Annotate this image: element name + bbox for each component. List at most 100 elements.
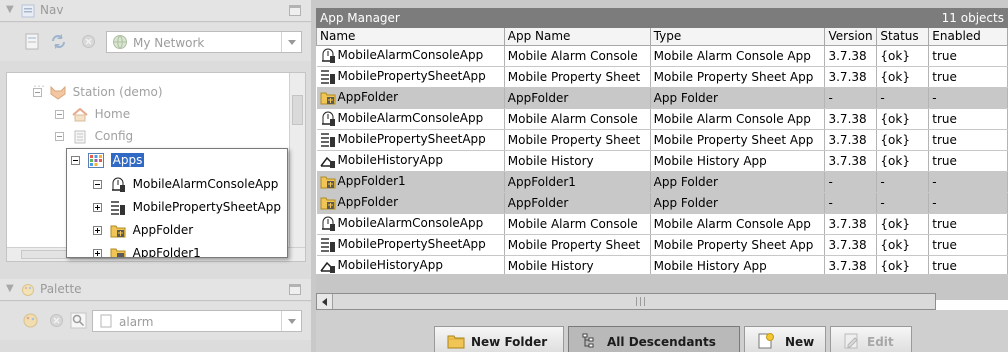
tree-item-config[interactable]: Config <box>55 127 133 145</box>
tree-item-station[interactable]: Station (demo) <box>33 83 163 101</box>
palette-panel-header[interactable]: ▼ Palette <box>0 279 311 301</box>
maximize-icon[interactable] <box>289 284 301 295</box>
cell-name: MobileAlarmConsoleApp <box>316 108 505 130</box>
new-station-icon[interactable] <box>24 33 41 50</box>
network-select[interactable]: My Network <box>106 31 302 53</box>
cell-app-name: AppFolder <box>504 87 651 109</box>
tree-item-config-label: Config <box>94 129 134 143</box>
tree-item-apps[interactable]: Apps <box>71 149 145 171</box>
apps-grid-icon <box>87 153 104 168</box>
cell-name: MobileHistoryApp <box>316 255 505 277</box>
cell-version: 3.7.38 <box>824 45 878 67</box>
collapse-chevron-icon[interactable]: ▼ <box>6 4 14 15</box>
app-folder-icon <box>320 197 335 210</box>
tree-popup[interactable]: Apps MobileAlarmConsoleApp MobilePropert… <box>66 148 288 258</box>
tree-item-label: AppFolder <box>132 223 194 237</box>
cell-type: Mobile History App <box>650 255 826 277</box>
expand-toggle-icon[interactable] <box>93 249 102 257</box>
scrollbar-thumb[interactable] <box>292 95 303 125</box>
table-row[interactable]: MobilePropertySheetApp Mobile Property Sh… <box>316 129 1008 151</box>
column-header-enabled[interactable]: Enabled <box>928 28 1008 46</box>
cell-app-name: Mobile History <box>504 255 651 277</box>
refresh-icon[interactable] <box>50 33 67 50</box>
table-row[interactable]: MobilePropertySheetApp Mobile Property Sh… <box>316 66 1008 88</box>
row-name-label: MobilePropertySheetApp <box>337 237 486 251</box>
edit-icon <box>844 333 858 349</box>
cell-status: {ok} <box>876 108 930 130</box>
module-icon <box>100 314 112 328</box>
cell-version: 3.7.38 <box>824 66 878 88</box>
table-row[interactable]: MobileHistoryApp Mobile History Mobile His… <box>316 255 1008 277</box>
app-folder-icon <box>320 92 335 105</box>
cell-app-name: Mobile Alarm Console <box>504 108 651 130</box>
new-label: New <box>785 335 815 349</box>
table-row[interactable]: MobileAlarmConsoleApp Mobile Alarm Consol… <box>316 45 1008 67</box>
cell-type: Mobile Property Sheet App <box>650 66 826 88</box>
palette-search-select[interactable]: alarm <box>92 310 302 332</box>
cell-app-name: AppFolder1 <box>504 171 651 193</box>
open-palette-icon[interactable] <box>22 312 39 329</box>
scroll-left-arrow-icon[interactable] <box>317 294 333 309</box>
palette-toolbar: alarm <box>0 302 311 340</box>
cell-status: {ok} <box>876 66 930 88</box>
table-row[interactable]: MobileHistoryApp Mobile History Mobile His… <box>316 150 1008 172</box>
nav-panel-header[interactable]: ▼ Nav <box>0 0 311 22</box>
column-header-version[interactable]: Version <box>824 28 878 46</box>
cell-type: App Folder <box>650 87 826 109</box>
cell-type: App Folder <box>650 192 826 214</box>
tree-item-app-folder[interactable]: AppFolder <box>93 219 193 241</box>
column-header-name[interactable]: Name <box>316 28 505 46</box>
tree-item-app-folder1[interactable]: AppFolder1 <box>93 242 201 257</box>
collapse-chevron-icon[interactable]: ▼ <box>6 283 14 294</box>
cell-status: {ok} <box>876 234 930 256</box>
collapse-toggle-icon[interactable] <box>55 132 64 141</box>
new-folder-button[interactable]: New Folder <box>434 326 564 352</box>
cell-type: Mobile History App <box>650 150 826 172</box>
expand-toggle-icon[interactable] <box>93 203 102 212</box>
cell-enabled: true <box>928 66 1008 88</box>
close-circle-icon[interactable] <box>48 312 65 329</box>
column-header-type[interactable]: Type <box>649 28 826 46</box>
search-icon[interactable] <box>70 312 87 329</box>
tree-vertical-scrollbar[interactable] <box>289 73 305 249</box>
tree-item-label: MobileAlarmConsoleApp <box>132 177 279 191</box>
row-name-label: MobileAlarmConsoleApp <box>337 216 484 230</box>
table-row[interactable]: AppFolder1 AppFolder1 App Folder - - - <box>316 171 1008 193</box>
cell-type: Mobile Property Sheet App <box>650 129 826 151</box>
edit-button[interactable]: Edit <box>830 326 912 352</box>
tree-item-mobile-property-sheet-app[interactable]: MobilePropertySheetApp <box>93 196 281 218</box>
column-header-status[interactable]: Status <box>876 28 930 46</box>
cell-enabled: - <box>928 192 1008 214</box>
table-row[interactable]: AppFolder AppFolder App Folder - - - <box>316 87 1008 109</box>
new-button[interactable]: New <box>744 326 826 352</box>
close-circle-icon[interactable] <box>80 33 97 50</box>
expand-toggle-icon[interactable] <box>93 226 102 235</box>
tree-item-mobile-alarm-console-app[interactable]: MobileAlarmConsoleApp <box>93 173 278 195</box>
dropdown-arrow-icon[interactable] <box>281 32 301 52</box>
cell-name: MobilePropertySheetApp <box>316 66 505 88</box>
alarm-icon <box>321 48 335 63</box>
cell-name: MobilePropertySheetApp <box>316 129 505 151</box>
dropdown-arrow-icon[interactable] <box>281 311 301 331</box>
collapse-toggle-icon[interactable] <box>71 156 80 165</box>
property-sheet-icon <box>320 238 335 252</box>
collapse-toggle-icon[interactable] <box>93 180 102 189</box>
row-name-label: AppFolder1 <box>337 174 406 188</box>
maximize-icon[interactable] <box>289 5 301 16</box>
table-row[interactable]: AppFolder AppFolder App Folder - - - <box>316 192 1008 214</box>
tree-item-home[interactable]: Home <box>55 105 130 123</box>
table-row[interactable]: MobileAlarmConsoleApp Mobile Alarm Consol… <box>316 108 1008 130</box>
cell-type: Mobile Alarm Console App <box>650 213 826 235</box>
scrollbar-grip-icon[interactable]: ||| <box>635 297 647 307</box>
cell-enabled: true <box>928 129 1008 151</box>
config-icon <box>74 130 86 143</box>
table-row[interactable]: MobilePropertySheetApp Mobile Property Sh… <box>316 234 1008 256</box>
table-horizontal-scrollbar[interactable]: ||| <box>316 293 936 310</box>
cell-enabled: true <box>928 150 1008 172</box>
property-sheet-icon <box>320 133 335 147</box>
column-header-app-name[interactable]: App Name <box>503 28 651 46</box>
collapse-toggle-icon[interactable] <box>33 88 42 97</box>
expand-toggle-icon[interactable] <box>55 110 64 119</box>
all-descendants-button[interactable]: All Descendants <box>568 326 740 352</box>
table-row[interactable]: MobileAlarmConsoleApp Mobile Alarm Consol… <box>316 213 1008 235</box>
